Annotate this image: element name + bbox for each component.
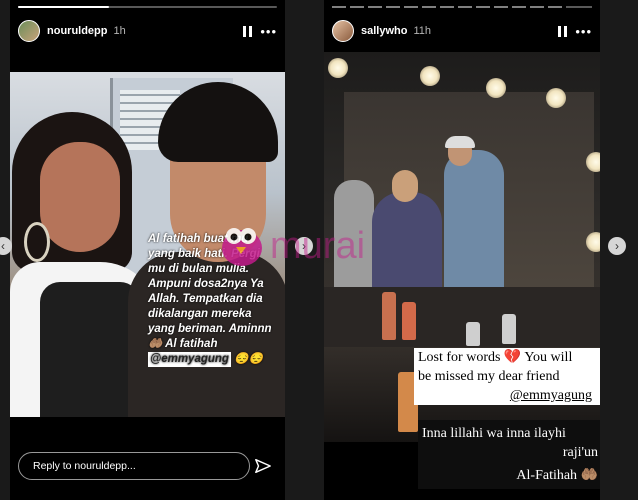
story-progress-segment xyxy=(494,6,508,8)
caption-line: be missed my dear friend xyxy=(418,369,560,384)
caption-line: Inna lillahi wa inna ilayhi xyxy=(422,426,566,441)
caption-line: dikalangan mereka xyxy=(148,308,252,320)
story-header: nouruldepp 1h ••• xyxy=(18,18,277,44)
story-progress-segment xyxy=(350,6,364,8)
caption-line: Al-Fatihah 🤲🏽 xyxy=(516,468,598,483)
avatar[interactable] xyxy=(332,20,354,42)
pause-icon[interactable] xyxy=(243,25,253,37)
story-caption-2: Inna lillahi wa inna ilayhi raji'un Al-F… xyxy=(418,420,600,489)
reply-input[interactable]: Reply to nouruldepp... xyxy=(18,452,250,480)
story-progress-segment xyxy=(566,6,592,8)
story-progress-segment xyxy=(332,6,346,8)
story-progress-segment xyxy=(512,6,526,8)
story-progress-segment xyxy=(422,6,436,8)
story-header: sallywho 11h ••• xyxy=(332,18,592,44)
story-caption: Lost for words 💔 You will be missed my d… xyxy=(414,348,600,405)
mention-tag[interactable]: @emmyagung xyxy=(510,388,592,403)
watermark-logo: murai xyxy=(222,225,365,267)
story-progress-segment xyxy=(476,6,490,8)
story-progress-segment xyxy=(368,6,382,8)
story-progress-segment xyxy=(458,6,472,8)
chevron-right-icon[interactable]: › xyxy=(608,237,626,255)
watermark-text: murai xyxy=(270,225,365,267)
story-progress-segment xyxy=(440,6,454,8)
story-progress-segment xyxy=(386,6,400,8)
post-time: 1h xyxy=(113,25,126,37)
caption-line: Lost for words 💔 You will xyxy=(418,350,573,365)
send-icon[interactable] xyxy=(254,457,272,475)
pause-icon[interactable] xyxy=(558,25,568,37)
more-icon[interactable]: ••• xyxy=(260,25,277,38)
username[interactable]: nouruldepp xyxy=(47,25,108,37)
caption-line: raji'un xyxy=(562,445,598,460)
caption-line: 🤲🏽 Al fatihah xyxy=(148,338,218,350)
story-progress xyxy=(18,6,277,8)
username[interactable]: sallywho xyxy=(361,25,407,37)
mention-tag[interactable]: @emmyagung xyxy=(148,352,231,367)
avatar[interactable] xyxy=(18,20,40,42)
caption-line: yang beriman. Aminnn xyxy=(148,323,272,335)
caption-line: Allah. Tempatkan dia xyxy=(148,293,263,305)
story-progress-segment xyxy=(548,6,562,8)
caption-line: Ampuni dosa2nya Ya xyxy=(148,278,264,290)
more-icon[interactable]: ••• xyxy=(575,25,592,38)
story-progress-segment xyxy=(404,6,418,8)
emoji: 😔😔 xyxy=(234,353,263,365)
story-progress-segment xyxy=(530,6,544,8)
post-time: 11h xyxy=(413,25,432,37)
